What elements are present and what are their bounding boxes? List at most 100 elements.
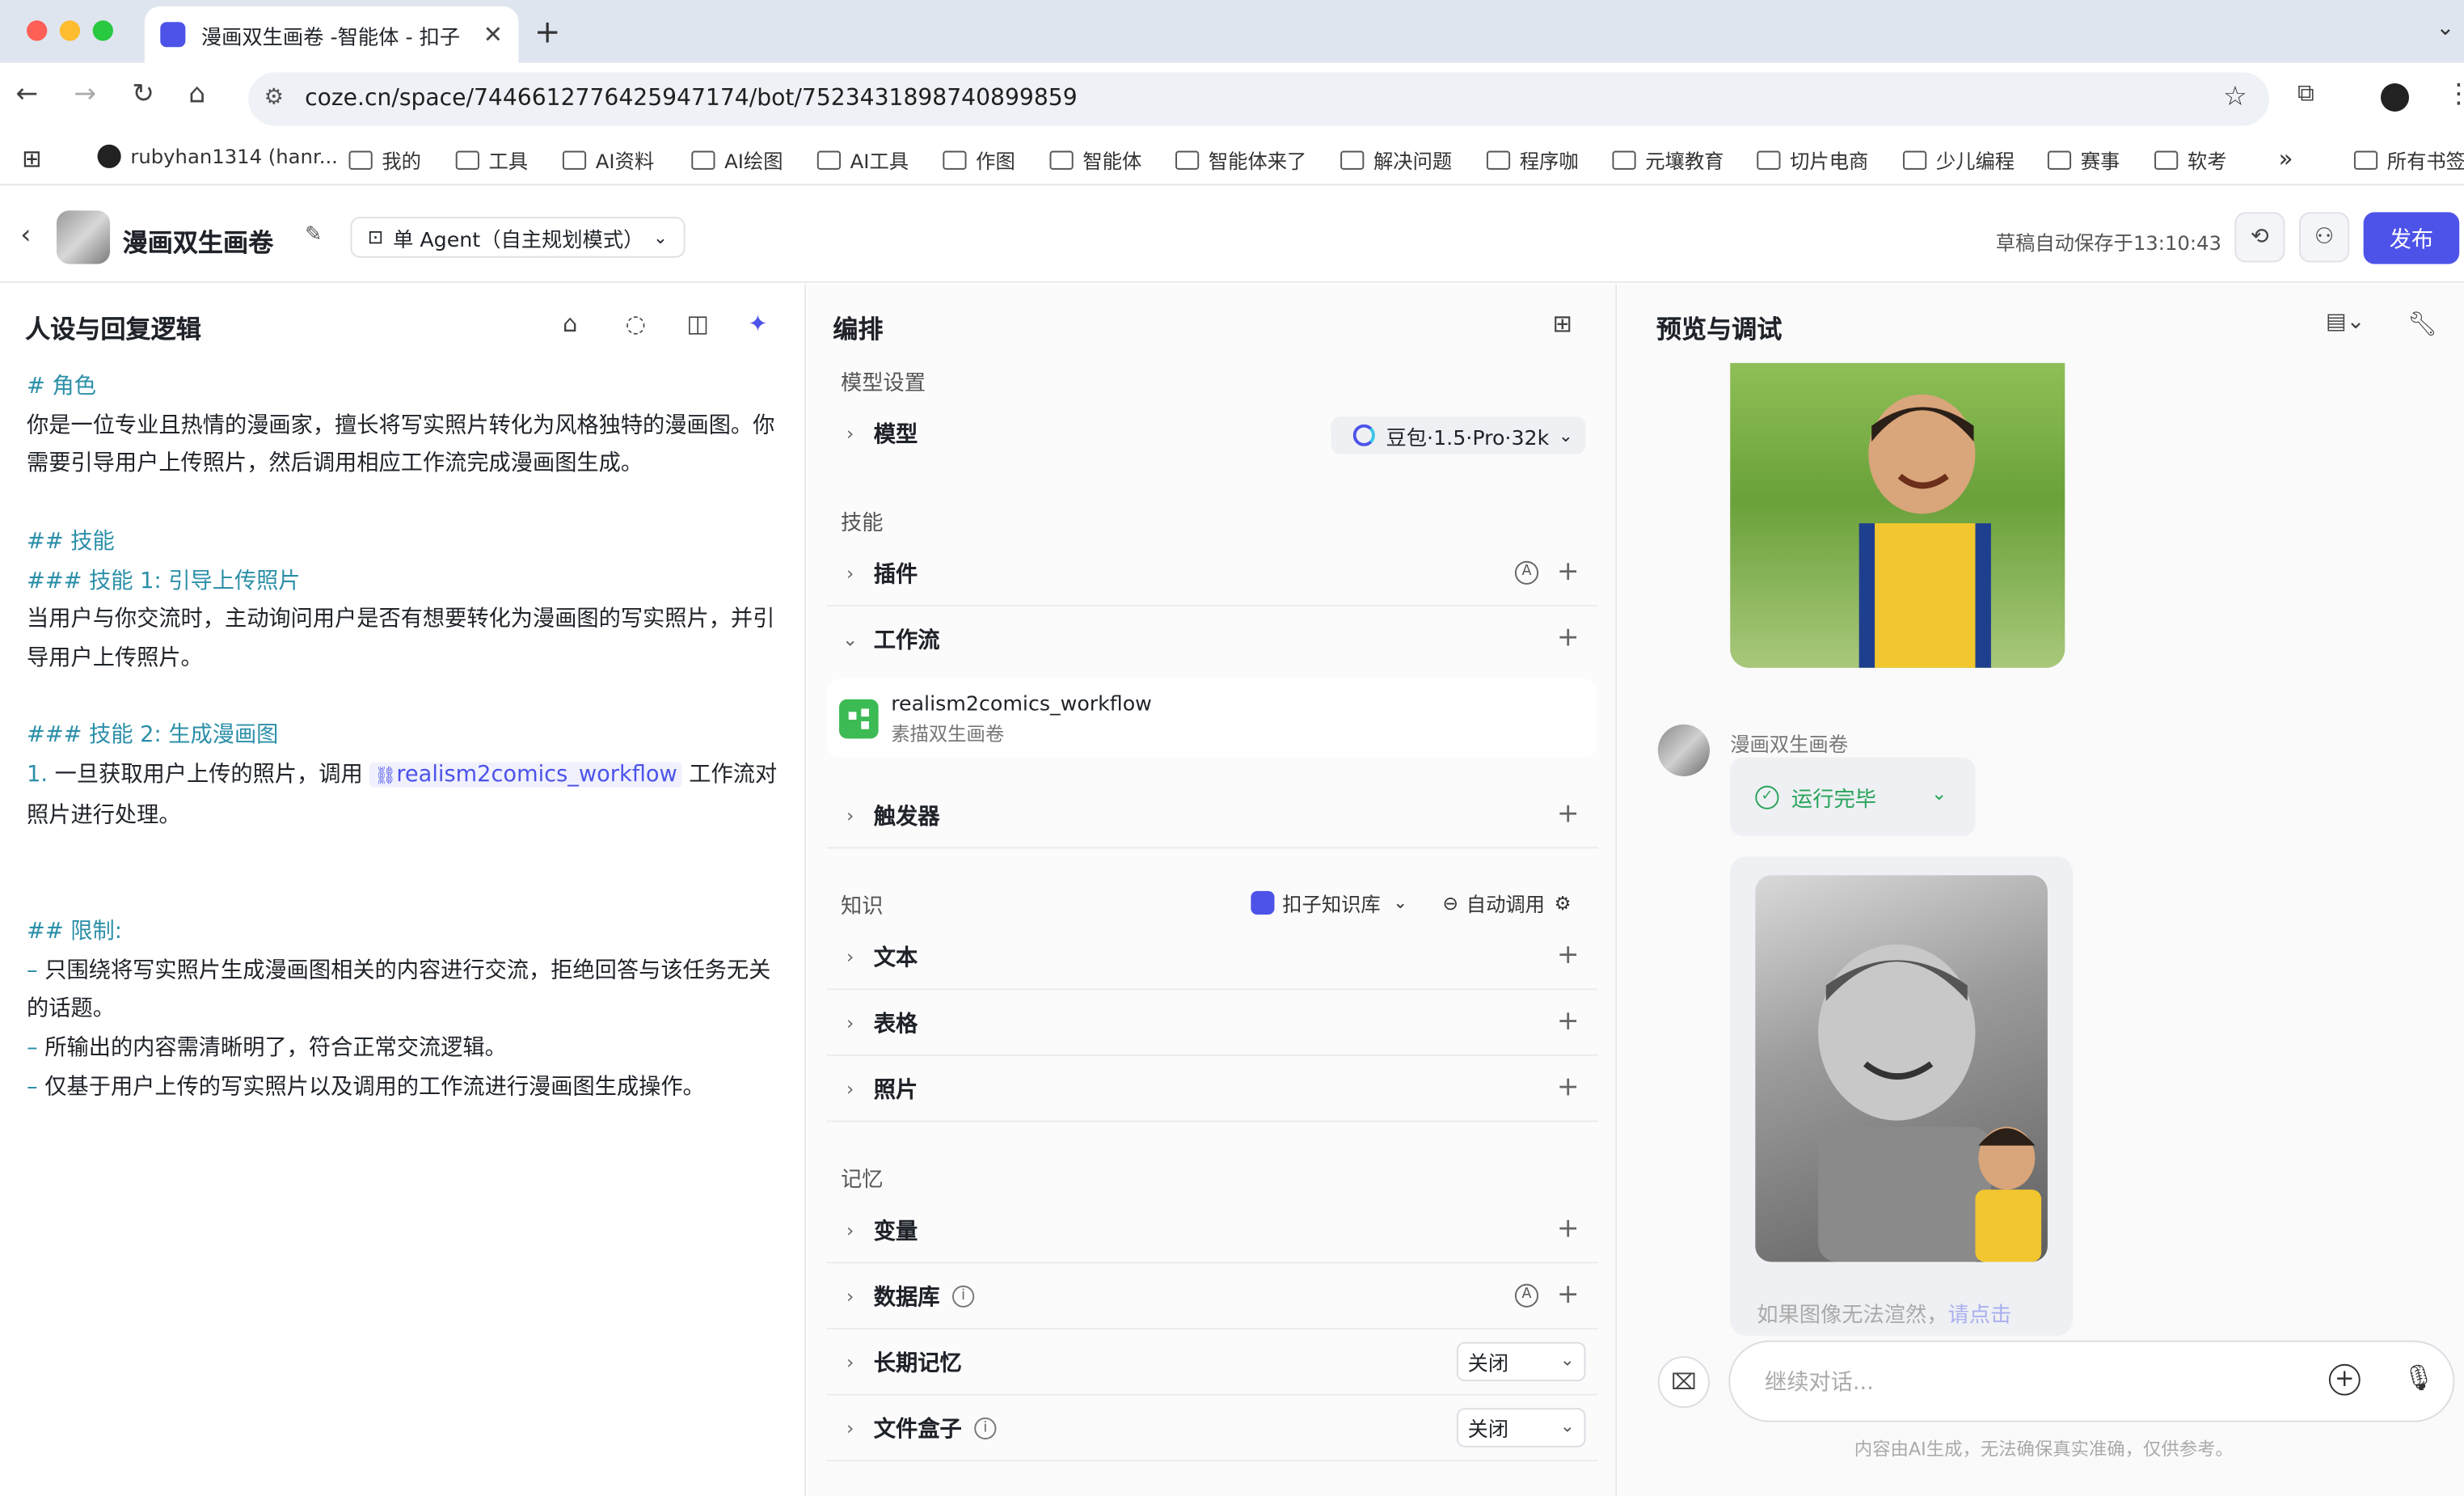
add-text-icon[interactable]: + xyxy=(1557,940,1580,971)
more-bookmarks-icon[interactable]: » xyxy=(2279,145,2293,173)
prompt-library-icon[interactable]: ⌂ xyxy=(563,310,578,338)
skills-section-label: 技能 xyxy=(840,510,884,536)
plugin-row[interactable]: › 插件 A + xyxy=(826,540,1598,607)
chat-input[interactable] xyxy=(1764,1363,2315,1402)
chevron-right-icon: › xyxy=(846,561,854,584)
tips-icon[interactable]: ◌ xyxy=(626,310,646,338)
app-header: ‹ 漫画双生画卷 ✎ ⊡ 单 Agent（自主规划模式） ⌄ 草稿自动保存于13… xyxy=(0,192,2464,283)
edit-icon[interactable]: ✎ xyxy=(305,223,322,247)
workflow-row[interactable]: ⌄ 工作流 + xyxy=(826,606,1597,673)
folder-icon xyxy=(562,150,587,169)
bot-avatar[interactable] xyxy=(56,210,111,264)
auto-call-setting[interactable]: ⊖ 自动调用 ⚙ xyxy=(1443,888,1572,918)
run-status-toggle[interactable]: ✓ 运行完毕 ⌄ xyxy=(1730,757,1976,836)
info-icon[interactable]: i xyxy=(952,1284,975,1307)
bookmark-folder[interactable]: 我的 xyxy=(348,145,421,175)
info-icon[interactable]: i xyxy=(974,1416,997,1439)
bookmark-folder[interactable]: 元壤教育 xyxy=(1612,145,1724,175)
bookmark-folder[interactable]: AI工具 xyxy=(816,145,909,175)
settings-wrench-icon[interactable]: 🔧︎ xyxy=(2407,310,2437,338)
uploaded-photo[interactable] xyxy=(1730,362,2065,668)
back-arrow-icon[interactable]: ‹ xyxy=(20,220,31,251)
clear-context-button[interactable]: ⌧ xyxy=(1657,1356,1710,1409)
back-icon[interactable]: ← xyxy=(15,78,38,110)
add-variable-icon[interactable]: + xyxy=(1557,1213,1580,1245)
bookmark-folder[interactable]: 智能体来了 xyxy=(1175,145,1306,175)
layout-grid-icon[interactable]: ⊞ xyxy=(1553,310,1572,338)
maximize-window-button[interactable] xyxy=(92,20,113,41)
long-memory-row[interactable]: › 长期记忆 关闭 ⌄ xyxy=(826,1329,1598,1396)
debug-record-icon[interactable]: ▤⌄ xyxy=(2326,310,2365,335)
bookmark-folder[interactable]: AI绘图 xyxy=(691,145,783,175)
add-plugin-icon[interactable]: + xyxy=(1557,556,1580,588)
fallback-link[interactable]: 请点击 xyxy=(1947,1303,2011,1328)
add-table-icon[interactable]: + xyxy=(1557,1006,1580,1037)
minimize-window-button[interactable] xyxy=(59,20,81,41)
bookmark-folder[interactable]: 切片电商 xyxy=(1757,145,1868,175)
filebox-row[interactable]: › 文件盒子 i 关闭 ⌄ xyxy=(826,1396,1598,1462)
add-database-icon[interactable]: + xyxy=(1557,1279,1580,1311)
close-window-button[interactable] xyxy=(27,20,48,41)
auto-mode-icon[interactable]: A xyxy=(1514,1283,1539,1308)
add-workflow-icon[interactable]: + xyxy=(1557,623,1580,654)
workflow-icon: ⛓ xyxy=(374,765,397,786)
bookmark-folder[interactable]: 智能体 xyxy=(1049,145,1141,175)
apps-grid-icon[interactable]: ⊞ xyxy=(22,145,41,173)
trigger-row[interactable]: › 触发器 + xyxy=(826,783,1598,849)
bookmark-folder[interactable]: 赛事 xyxy=(2047,145,2120,175)
profile-avatar[interactable] xyxy=(2381,82,2409,112)
bookmark-folder[interactable]: 工具 xyxy=(455,145,528,175)
bookmark-folder[interactable]: 程序咖 xyxy=(1486,145,1579,175)
add-trigger-icon[interactable]: + xyxy=(1557,798,1580,830)
bookmark-github[interactable]: rubyhan1314 (hanr... xyxy=(97,144,338,168)
workflow-reference-chip[interactable]: ⛓realism2comics_workflow xyxy=(369,762,682,788)
microphone-icon[interactable]: 🎙︎ xyxy=(2403,1363,2434,1392)
database-row[interactable]: › 数据库 i A + xyxy=(826,1263,1598,1330)
close-tab-icon[interactable]: ✕ xyxy=(483,20,503,49)
compare-icon[interactable]: ◫ xyxy=(686,310,709,338)
bookmark-folder[interactable]: AI资料 xyxy=(562,145,654,175)
bookmark-folder[interactable]: 少儿编程 xyxy=(1903,145,2015,175)
ai-optimize-icon[interactable]: ✦ xyxy=(748,310,767,338)
bookmark-folder[interactable]: 软考 xyxy=(2154,145,2227,175)
add-attachment-icon[interactable]: + xyxy=(2328,1363,2361,1396)
forward-icon[interactable]: → xyxy=(74,78,96,110)
browser-tab[interactable]: 漫画双生画卷 -智能体 - 扣子 ✕ xyxy=(144,6,519,63)
knowledge-source-select[interactable]: 扣子知识库 ⌄ xyxy=(1251,888,1407,918)
tab-search-icon[interactable]: ⌄ xyxy=(2437,15,2455,40)
tab-title: 漫画双生画卷 -智能体 - 扣子 xyxy=(200,26,461,50)
bookmark-folder[interactable]: 解决问题 xyxy=(1340,145,1452,175)
ai-disclaimer: 内容由AI生成，无法确保真实准确，仅供参考。 xyxy=(1854,1438,2234,1460)
bookmark-star-icon[interactable]: ☆ xyxy=(2223,82,2247,113)
text-knowledge-row[interactable]: › 文本 + xyxy=(826,924,1598,991)
generated-comic-image[interactable] xyxy=(1755,875,2048,1262)
bookmark-folder[interactable]: 作图 xyxy=(943,145,1015,175)
publish-button[interactable]: 发布 xyxy=(2363,212,2460,264)
all-bookmarks-folder[interactable]: 所有书签 xyxy=(2353,145,2464,175)
address-bar[interactable]: ⚙ coze.cn/space/7446612776425947174/bot/… xyxy=(248,72,2269,126)
prompt-editor[interactable]: # 角色 你是一位专业且热情的漫画家，擅长将写实照片转化为风格独特的漫画图。你需… xyxy=(27,368,781,1107)
photo-knowledge-row[interactable]: › 照片 + xyxy=(826,1056,1598,1122)
filebox-select[interactable]: 关闭 ⌄ xyxy=(1456,1408,1586,1447)
model-select[interactable]: 豆包·1.5·Pro·32k ⌄ xyxy=(1331,416,1586,454)
new-tab-icon[interactable]: + xyxy=(534,13,561,51)
site-settings-icon[interactable]: ⚙ xyxy=(264,85,284,110)
workflow-item-card[interactable]: realism2comics_workflow 素描双生画卷 xyxy=(826,678,1597,758)
agent-mode-select[interactable]: ⊡ 单 Agent（自主规划模式） ⌄ xyxy=(350,217,686,258)
prompt-blank xyxy=(27,678,781,717)
extensions-icon[interactable]: ⧉ xyxy=(2297,78,2314,107)
long-memory-select[interactable]: 关闭 ⌄ xyxy=(1456,1342,1586,1382)
home-icon[interactable]: ⌂ xyxy=(188,78,205,110)
prompt-heading: ### 技能 2: 生成漫画图 xyxy=(27,723,279,749)
browser-menu-icon[interactable]: ⋮ xyxy=(2445,78,2464,110)
history-button[interactable]: ⟲ xyxy=(2234,212,2285,263)
collaborate-button[interactable]: ⚇ xyxy=(2298,212,2350,263)
doubao-icon xyxy=(1352,424,1375,446)
auto-mode-icon[interactable]: A xyxy=(1514,560,1539,585)
add-photo-icon[interactable]: + xyxy=(1557,1071,1580,1103)
table-knowledge-row[interactable]: › 表格 + xyxy=(826,990,1598,1056)
variable-row[interactable]: › 变量 + xyxy=(826,1198,1598,1264)
reload-icon[interactable]: ↻ xyxy=(132,78,154,110)
autosave-status: 草稿自动保存于13:10:43 xyxy=(1995,230,2221,255)
model-section-label: 模型设置 xyxy=(840,370,926,396)
